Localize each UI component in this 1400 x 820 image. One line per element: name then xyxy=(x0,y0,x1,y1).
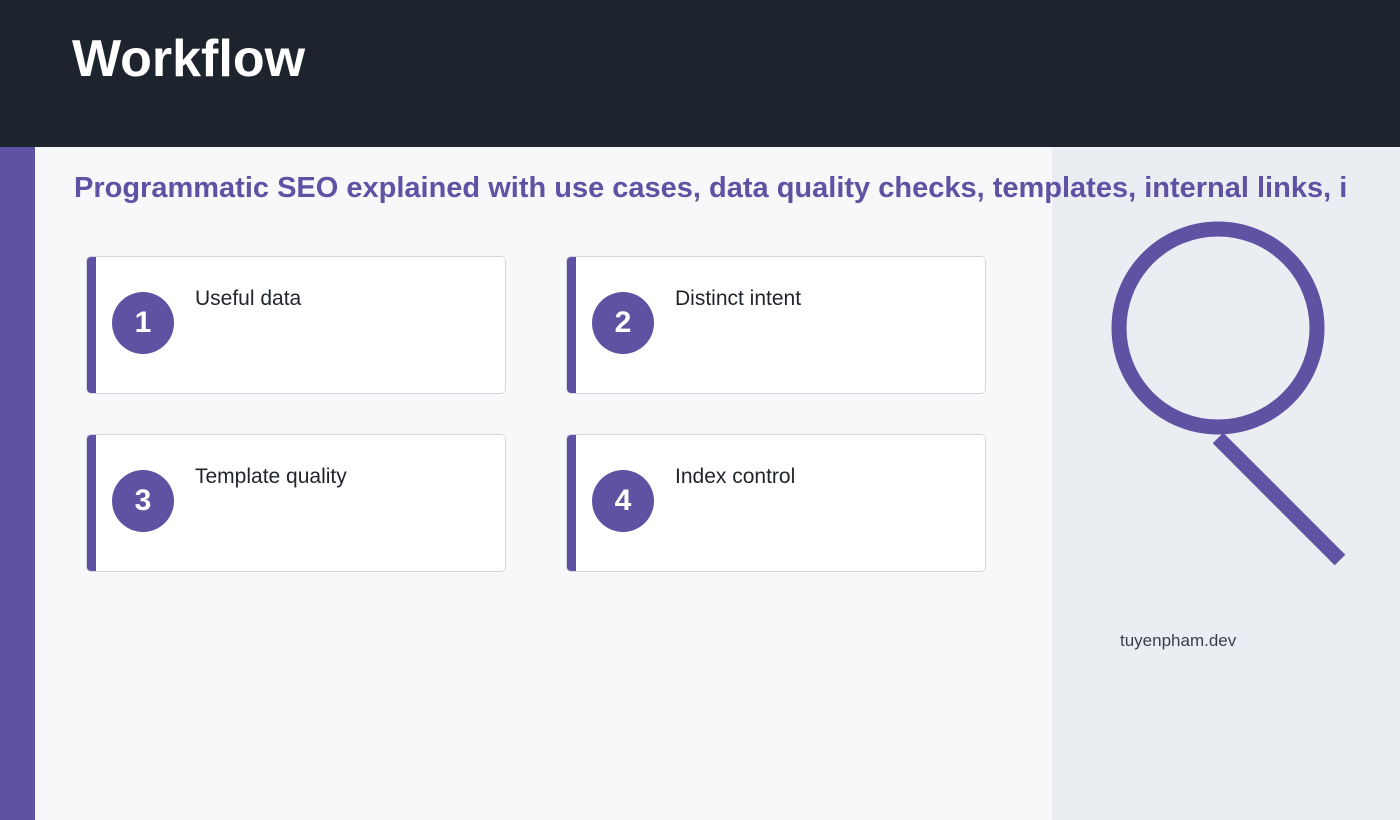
page: Workflow Programmatic SEO explained with… xyxy=(0,0,1400,820)
left-accent-bar xyxy=(0,147,35,820)
card-accent-stripe xyxy=(87,435,96,571)
step-card-4: 4 Index control xyxy=(566,434,986,572)
step-label: Template quality xyxy=(195,465,347,488)
step-card-2: 2 Distinct intent xyxy=(566,256,986,394)
step-label: Index control xyxy=(675,465,796,488)
step-label: Useful data xyxy=(195,287,302,310)
page-title: Workflow xyxy=(72,30,306,88)
page-subtitle: Programmatic SEO explained with use case… xyxy=(74,172,1348,204)
step-number-badge: 3 xyxy=(112,470,174,532)
card-accent-stripe xyxy=(87,257,96,393)
step-card-3: 3 Template quality xyxy=(86,434,506,572)
step-number-badge: 1 xyxy=(112,292,174,354)
card-accent-stripe xyxy=(567,435,576,571)
step-label: Distinct intent xyxy=(675,287,802,310)
step-number-badge: 4 xyxy=(592,470,654,532)
footer-domain: tuyenpham.dev xyxy=(1120,631,1237,650)
step-card-1: 1 Useful data xyxy=(86,256,506,394)
card-accent-stripe xyxy=(567,257,576,393)
step-number-badge: 2 xyxy=(592,292,654,354)
magnifier-icon xyxy=(1111,221,1346,566)
header-bar: Workflow xyxy=(0,0,1400,147)
